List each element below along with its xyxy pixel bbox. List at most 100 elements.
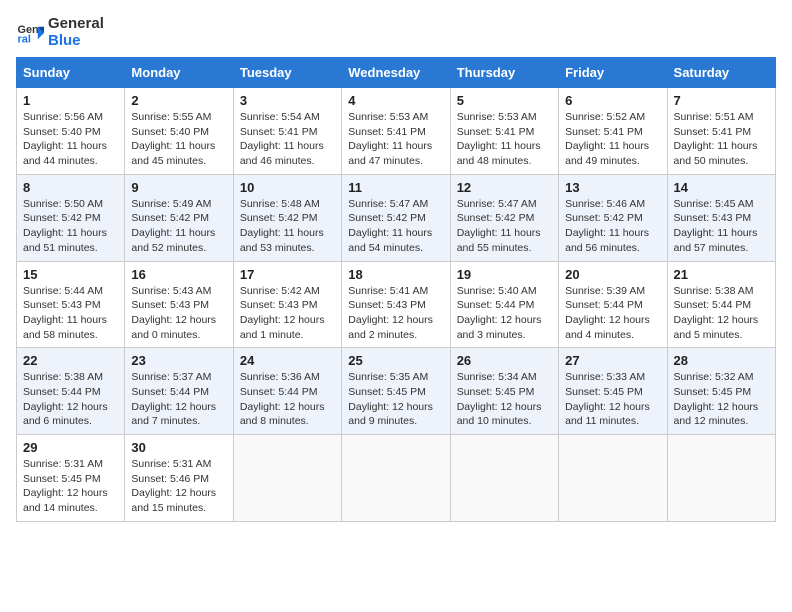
- calendar-cell: 22 Sunrise: 5:38 AMSunset: 5:44 PMDayligh…: [17, 348, 125, 435]
- day-info: Sunrise: 5:53 AMSunset: 5:41 PMDaylight:…: [457, 111, 541, 167]
- calendar-cell: 3 Sunrise: 5:54 AMSunset: 5:41 PMDaylight…: [233, 88, 341, 175]
- day-number: 20: [565, 267, 660, 282]
- day-number: 14: [674, 180, 769, 195]
- day-info: Sunrise: 5:39 AMSunset: 5:44 PMDaylight:…: [565, 285, 650, 341]
- day-number: 21: [674, 267, 769, 282]
- day-number: 4: [348, 93, 443, 108]
- logo-icon: Gene ral: [16, 19, 44, 47]
- day-number: 8: [23, 180, 118, 195]
- day-info: Sunrise: 5:31 AMSunset: 5:45 PMDaylight:…: [23, 458, 108, 514]
- calendar-cell: 7Sunrise: 5:51 AMSunset: 5:41 PMDaylight…: [667, 88, 775, 175]
- day-number: 15: [23, 267, 118, 282]
- day-info: Sunrise: 5:33 AMSunset: 5:45 PMDaylight:…: [565, 371, 650, 427]
- col-header-sunday: Sunday: [17, 58, 125, 88]
- day-number: 11: [348, 180, 443, 195]
- day-number: 23: [131, 353, 226, 368]
- day-info: Sunrise: 5:43 AMSunset: 5:43 PMDaylight:…: [131, 285, 216, 341]
- day-info: Sunrise: 5:45 AMSunset: 5:43 PMDaylight:…: [674, 198, 758, 254]
- calendar-cell: 8 Sunrise: 5:50 AMSunset: 5:42 PMDaylight…: [17, 174, 125, 261]
- calendar-cell: 16 Sunrise: 5:43 AMSunset: 5:43 PMDayligh…: [125, 261, 233, 348]
- day-number: 29: [23, 440, 118, 455]
- day-number: 13: [565, 180, 660, 195]
- day-number: 18: [348, 267, 443, 282]
- calendar-cell: 25 Sunrise: 5:35 AMSunset: 5:45 PMDayligh…: [342, 348, 450, 435]
- day-info: Sunrise: 5:38 AMSunset: 5:44 PMDaylight:…: [23, 371, 108, 427]
- day-number: 12: [457, 180, 552, 195]
- day-number: 2: [131, 93, 226, 108]
- calendar-cell: 2 Sunrise: 5:55 AMSunset: 5:40 PMDaylight…: [125, 88, 233, 175]
- day-number: 17: [240, 267, 335, 282]
- day-info: Sunrise: 5:36 AMSunset: 5:44 PMDaylight:…: [240, 371, 325, 427]
- calendar-cell: 1 Sunrise: 5:56 AMSunset: 5:40 PMDaylight…: [17, 88, 125, 175]
- day-info: Sunrise: 5:42 AMSunset: 5:43 PMDaylight:…: [240, 285, 325, 341]
- day-info: Sunrise: 5:34 AMSunset: 5:45 PMDaylight:…: [457, 371, 542, 427]
- col-header-saturday: Saturday: [667, 58, 775, 88]
- page-header: Gene ral General Blue: [16, 16, 776, 49]
- day-number: 25: [348, 353, 443, 368]
- calendar-week-5: 29 Sunrise: 5:31 AMSunset: 5:45 PMDayligh…: [17, 435, 776, 522]
- col-header-friday: Friday: [559, 58, 667, 88]
- logo-general: General: [48, 16, 104, 33]
- calendar-cell: 19 Sunrise: 5:40 AMSunset: 5:44 PMDayligh…: [450, 261, 558, 348]
- col-header-tuesday: Tuesday: [233, 58, 341, 88]
- calendar-cell: 9 Sunrise: 5:49 AMSunset: 5:42 PMDaylight…: [125, 174, 233, 261]
- day-number: 22: [23, 353, 118, 368]
- day-info: Sunrise: 5:35 AMSunset: 5:45 PMDaylight:…: [348, 371, 433, 427]
- day-info: Sunrise: 5:48 AMSunset: 5:42 PMDaylight:…: [240, 198, 324, 254]
- day-number: 24: [240, 353, 335, 368]
- calendar-cell: 21 Sunrise: 5:38 AMSunset: 5:44 PMDayligh…: [667, 261, 775, 348]
- day-number: 19: [457, 267, 552, 282]
- day-info: Sunrise: 5:41 AMSunset: 5:43 PMDaylight:…: [348, 285, 433, 341]
- day-info: Sunrise: 5:47 AMSunset: 5:42 PMDaylight:…: [348, 198, 432, 254]
- day-info: Sunrise: 5:49 AMSunset: 5:42 PMDaylight:…: [131, 198, 215, 254]
- calendar-cell: 14 Sunrise: 5:45 AMSunset: 5:43 PMDayligh…: [667, 174, 775, 261]
- day-number: 30: [131, 440, 226, 455]
- day-info: Sunrise: 5:38 AMSunset: 5:44 PMDaylight:…: [674, 285, 759, 341]
- day-info: Sunrise: 5:53 AMSunset: 5:41 PMDaylight:…: [348, 111, 432, 167]
- day-info: Sunrise: 5:51 AMSunset: 5:41 PMDaylight:…: [674, 111, 758, 167]
- col-header-monday: Monday: [125, 58, 233, 88]
- calendar-cell: 15 Sunrise: 5:44 AMSunset: 5:43 PMDayligh…: [17, 261, 125, 348]
- day-info: Sunrise: 5:46 AMSunset: 5:42 PMDaylight:…: [565, 198, 649, 254]
- day-info: Sunrise: 5:56 AMSunset: 5:40 PMDaylight:…: [23, 111, 107, 167]
- day-info: Sunrise: 5:31 AMSunset: 5:46 PMDaylight:…: [131, 458, 216, 514]
- day-number: 1: [23, 93, 118, 108]
- calendar-table: SundayMondayTuesdayWednesdayThursdayFrid…: [16, 57, 776, 522]
- calendar-cell: 12Sunrise: 5:47 AMSunset: 5:42 PMDayligh…: [450, 174, 558, 261]
- calendar-header-row: SundayMondayTuesdayWednesdayThursdayFrid…: [17, 58, 776, 88]
- calendar-cell: 28 Sunrise: 5:32 AMSunset: 5:45 PMDayligh…: [667, 348, 775, 435]
- calendar-cell: 4 Sunrise: 5:53 AMSunset: 5:41 PMDaylight…: [342, 88, 450, 175]
- day-number: 27: [565, 353, 660, 368]
- calendar-week-2: 8 Sunrise: 5:50 AMSunset: 5:42 PMDaylight…: [17, 174, 776, 261]
- logo-blue: Blue: [48, 33, 104, 50]
- day-number: 9: [131, 180, 226, 195]
- calendar-cell: 17 Sunrise: 5:42 AMSunset: 5:43 PMDayligh…: [233, 261, 341, 348]
- calendar-cell: 24 Sunrise: 5:36 AMSunset: 5:44 PMDayligh…: [233, 348, 341, 435]
- calendar-cell: [559, 435, 667, 522]
- logo: Gene ral General Blue: [16, 16, 104, 49]
- calendar-cell: 11 Sunrise: 5:47 AMSunset: 5:42 PMDayligh…: [342, 174, 450, 261]
- day-info: Sunrise: 5:44 AMSunset: 5:43 PMDaylight:…: [23, 285, 107, 341]
- calendar-cell: [233, 435, 341, 522]
- day-number: 16: [131, 267, 226, 282]
- day-info: Sunrise: 5:55 AMSunset: 5:40 PMDaylight:…: [131, 111, 215, 167]
- day-number: 5: [457, 93, 552, 108]
- day-info: Sunrise: 5:32 AMSunset: 5:45 PMDaylight:…: [674, 371, 759, 427]
- calendar-cell: 30 Sunrise: 5:31 AMSunset: 5:46 PMDayligh…: [125, 435, 233, 522]
- day-number: 28: [674, 353, 769, 368]
- day-number: 26: [457, 353, 552, 368]
- day-info: Sunrise: 5:50 AMSunset: 5:42 PMDaylight:…: [23, 198, 107, 254]
- day-info: Sunrise: 5:40 AMSunset: 5:44 PMDaylight:…: [457, 285, 542, 341]
- svg-text:ral: ral: [18, 33, 31, 45]
- calendar-cell: 18 Sunrise: 5:41 AMSunset: 5:43 PMDayligh…: [342, 261, 450, 348]
- day-number: 3: [240, 93, 335, 108]
- calendar-cell: 6Sunrise: 5:52 AMSunset: 5:41 PMDaylight…: [559, 88, 667, 175]
- calendar-cell: 26 Sunrise: 5:34 AMSunset: 5:45 PMDayligh…: [450, 348, 558, 435]
- day-info: Sunrise: 5:54 AMSunset: 5:41 PMDaylight:…: [240, 111, 324, 167]
- calendar-cell: 20 Sunrise: 5:39 AMSunset: 5:44 PMDayligh…: [559, 261, 667, 348]
- calendar-week-3: 15 Sunrise: 5:44 AMSunset: 5:43 PMDayligh…: [17, 261, 776, 348]
- day-info: Sunrise: 5:52 AMSunset: 5:41 PMDaylight:…: [565, 111, 649, 167]
- calendar-cell: 23Sunrise: 5:37 AMSunset: 5:44 PMDayligh…: [125, 348, 233, 435]
- calendar-cell: [450, 435, 558, 522]
- calendar-cell: 10Sunrise: 5:48 AMSunset: 5:42 PMDayligh…: [233, 174, 341, 261]
